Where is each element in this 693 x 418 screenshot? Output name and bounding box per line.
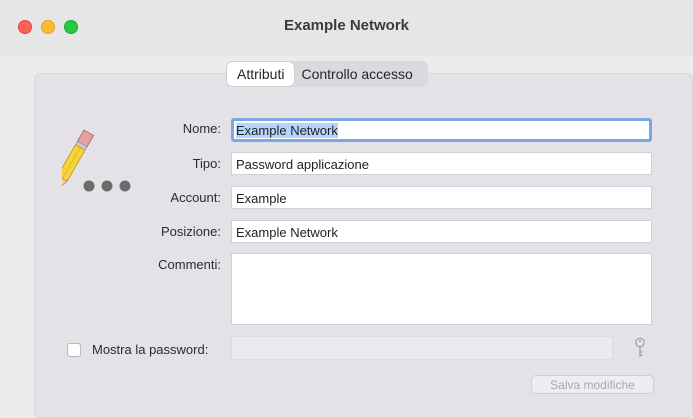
comments-label: Commenti: (158, 257, 221, 272)
key-icon (635, 337, 645, 357)
position-label: Posizione: (161, 224, 221, 239)
title-bar: Example Network (0, 0, 693, 56)
type-label: Tipo: (192, 156, 221, 171)
keychain-item-window: Example Network Attributi Controllo acce… (0, 0, 693, 418)
name-value: Example Network (236, 123, 338, 138)
position-field[interactable]: Example Network (231, 220, 652, 243)
tab-attributi[interactable]: Attributi (227, 62, 295, 86)
type-field[interactable]: Password applicazione (231, 152, 652, 175)
account-label: Account: (170, 190, 221, 205)
save-changes-button[interactable]: Salva modifiche (531, 375, 654, 394)
account-field[interactable]: Example (231, 186, 652, 209)
tab-switcher: Attributi Controllo accesso (226, 61, 428, 87)
window-title: Example Network (283, 17, 410, 34)
name-label: Nome: (182, 121, 221, 136)
show-password-checkbox[interactable] (67, 343, 81, 357)
tab-controllo-accesso[interactable]: Controllo accesso (294, 62, 426, 86)
password-field (231, 336, 613, 360)
comments-textarea[interactable] (231, 253, 652, 325)
name-field[interactable]: Example Network (231, 118, 652, 142)
pencil-with-dots-icon (62, 129, 131, 192)
show-password-label: Mostra la password: (92, 342, 209, 357)
